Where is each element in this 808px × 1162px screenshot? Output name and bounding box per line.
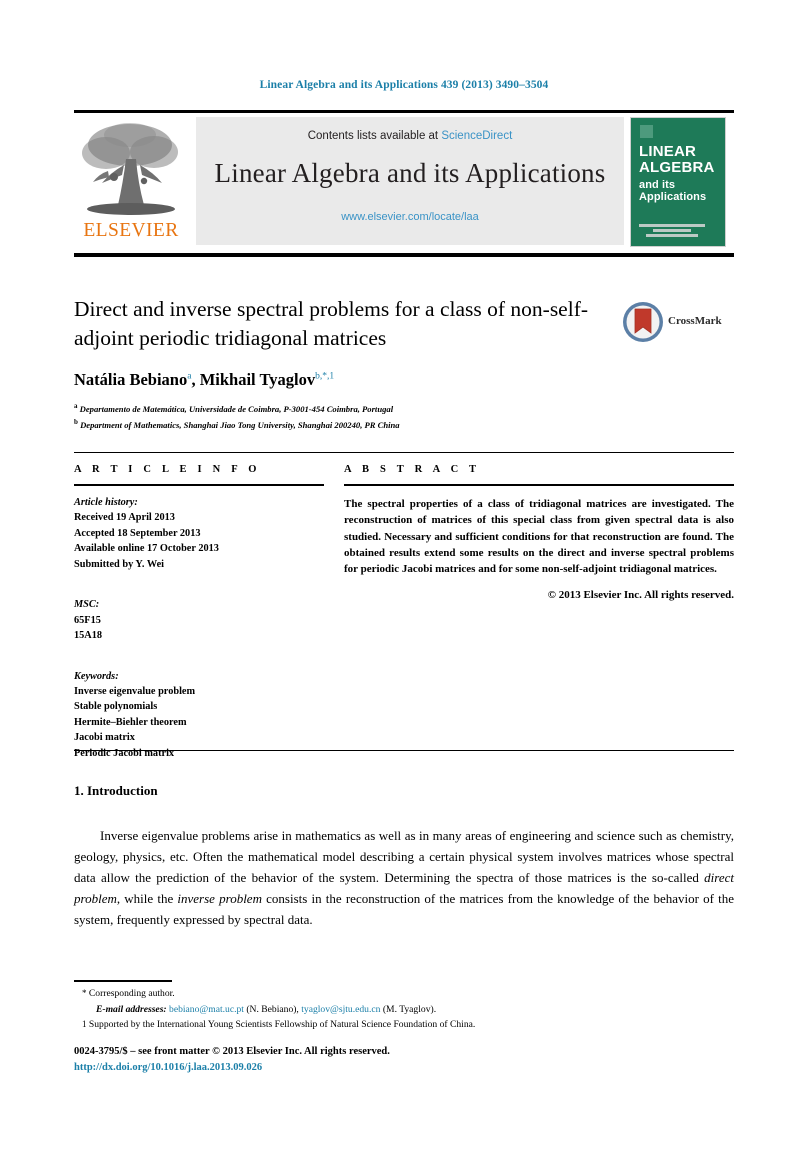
- paragraph-text-part-1: Inverse eigenvalue problems arise in mat…: [74, 828, 734, 886]
- title-block: Direct and inverse spectral problems for…: [74, 295, 734, 432]
- sciencedirect-link[interactable]: ScienceDirect: [441, 130, 512, 142]
- elsevier-wordmark: ELSEVIER: [83, 220, 179, 241]
- article-info-rule: [74, 484, 324, 486]
- crossmark-icon: [623, 302, 663, 342]
- history-item: Submitted by Y. Wei: [74, 558, 165, 570]
- affiliations: a Departamento de Matemática, Universida…: [74, 401, 734, 431]
- keywords-title: Keywords:: [74, 670, 119, 682]
- abstract-copyright: © 2013 Elsevier Inc. All rights reserved…: [547, 589, 734, 602]
- email-owner-tyaglov: (M. Tyaglov).: [382, 1003, 437, 1015]
- info-bottom-rule: [74, 750, 734, 751]
- cover-title-line2: ALGEBRA: [639, 158, 715, 176]
- email-link-tyaglov[interactable]: tyaglov@sjtu.edu.cn: [301, 1004, 380, 1015]
- footnotes-block: * Corresponding author. E-mail addresses…: [74, 986, 734, 1033]
- abstract-rule: [344, 484, 734, 486]
- author-2-marks: b,*,1: [315, 371, 335, 382]
- affiliation-a-text: Departamento de Matemática, Universidade…: [79, 404, 394, 415]
- author-name-1: Natália Bebiano: [74, 370, 188, 390]
- footnote-corresponding-author: * Corresponding author.: [74, 986, 734, 1002]
- history-item: Accepted 18 September 2013: [74, 527, 201, 539]
- affiliation-a-mark: a: [74, 402, 78, 411]
- author-name-2: Mikhail Tyaglov: [199, 370, 316, 390]
- footnote-separator-rule: [74, 980, 172, 982]
- msc-item: 65F15: [74, 614, 101, 626]
- crossmark-badge[interactable]: CrossMark: [622, 301, 742, 345]
- imprint-block: 0024-3795/$ – see front matter © 2013 El…: [74, 1044, 734, 1076]
- article-first-page: Linear Algebra and its Applications 439 …: [0, 0, 808, 1162]
- msc-item: 15A18: [74, 630, 103, 642]
- introduction-paragraph: Inverse eigenvalue problems arise in mat…: [74, 825, 734, 930]
- article-info-heading: A R T I C L E I N F O: [74, 464, 261, 475]
- journal-title: Linear Algebra and its Applications: [214, 158, 606, 188]
- journal-cover-thumbnail: LINEAR ALGEBRA and its Applications: [630, 117, 726, 247]
- cover-title-main: LINEAR ALGEBRA: [639, 144, 715, 176]
- info-top-rule: [74, 452, 734, 453]
- page-title: Direct and inverse spectral problems for…: [74, 297, 589, 351]
- keyword-item: Periodic Jacobi matrix: [74, 747, 175, 759]
- journal-running-head: Linear Algebra and its Applications 439 …: [259, 79, 549, 91]
- paragraph-text-part-2: , while the: [116, 891, 178, 907]
- cover-publisher-mark-icon: [640, 125, 653, 138]
- contents-prefix-text: Contents lists available at: [307, 130, 442, 142]
- journal-masthead: ELSEVIER Contents lists available at Sci…: [74, 117, 734, 247]
- section-heading-introduction: 1. Introduction: [74, 783, 158, 798]
- cover-footer-lines: [639, 224, 705, 239]
- footnote-mark-1: 1: [82, 1019, 87, 1030]
- contents-available-line: Contents lists available at ScienceDirec…: [196, 130, 624, 142]
- masthead-bottom-rule: [74, 253, 734, 257]
- cover-title-line4: Applications: [639, 190, 707, 203]
- cover-title-line3: and its: [639, 179, 676, 191]
- cover-title-line1: LINEAR: [639, 143, 697, 160]
- keyword-item: Jacobi matrix: [74, 732, 135, 744]
- term-inverse-problem: inverse problem: [177, 891, 262, 907]
- abstract-column: A B S T R A C T The spectral properties …: [344, 464, 734, 601]
- article-history-title: Article history:: [74, 497, 138, 508]
- keywords-group: Keywords: Inverse eigenvalue problem Sta…: [74, 669, 324, 762]
- masthead-top-rule: [74, 110, 734, 113]
- msc-title: MSC:: [74, 599, 100, 611]
- affiliation-a: a Departamento de Matemática, Universida…: [74, 401, 734, 416]
- abstract-heading: A B S T R A C T: [344, 464, 481, 475]
- affiliation-b: b Department of Mathematics, Shanghai Ji…: [74, 417, 734, 432]
- footnote-funding-text: Supported by the International Young Sci…: [88, 1019, 476, 1031]
- crossmark-label: CrossMark: [668, 315, 722, 327]
- msc-group: MSC: 65F15 15A18: [74, 597, 324, 643]
- affiliation-b-text: Department of Mathematics, Shanghai Jiao…: [80, 419, 400, 430]
- doi-link[interactable]: http://dx.doi.org/10.1016/j.laa.2013.09.…: [74, 1060, 734, 1076]
- email-link-bebiano[interactable]: bebiano@mat.uc.pt: [169, 1004, 244, 1015]
- cover-title-sub: and its Applications: [639, 179, 707, 203]
- author-list: Natália Bebianoa, Mikhail Tyaglovb,*,1: [74, 370, 734, 390]
- journal-homepage-link[interactable]: www.elsevier.com/locate/laa: [196, 211, 624, 223]
- issn-front-matter-line: 0024-3795/$ – see front matter © 2013 El…: [74, 1046, 390, 1057]
- contents-band: Contents lists available at ScienceDirec…: [196, 117, 624, 245]
- article-history-group: Article history: Received 19 April 2013 …: [74, 495, 324, 572]
- email-addresses-label: E-mail addresses:: [96, 1003, 167, 1015]
- history-item: Available online 17 October 2013: [74, 543, 219, 555]
- footnote-corresponding-text: Corresponding author.: [88, 988, 175, 999]
- keyword-item: Stable polynomials: [74, 701, 158, 713]
- article-info-column: A R T I C L E I N F O Article history: R…: [74, 464, 324, 761]
- elsevier-tree-icon: [82, 123, 178, 215]
- elsevier-logo: ELSEVIER: [74, 117, 188, 245]
- history-item: Received 19 April 2013: [74, 512, 175, 524]
- keyword-item: Hermite–Biehler theorem: [74, 716, 187, 728]
- email-owner-bebiano: (N. Bebiano),: [246, 1003, 299, 1015]
- footnote-mark-asterisk: *: [82, 988, 87, 998]
- footnote-emails: E-mail addresses: bebiano@mat.uc.pt (N. …: [74, 1002, 734, 1018]
- author-separator: ,: [191, 370, 200, 390]
- footnote-funding: 1 Supported by the International Young S…: [74, 1017, 734, 1033]
- keyword-item: Inverse eigenvalue problem: [74, 685, 196, 697]
- abstract-text: The spectral properties of a class of tr…: [344, 498, 734, 576]
- affiliation-b-mark: b: [74, 417, 78, 426]
